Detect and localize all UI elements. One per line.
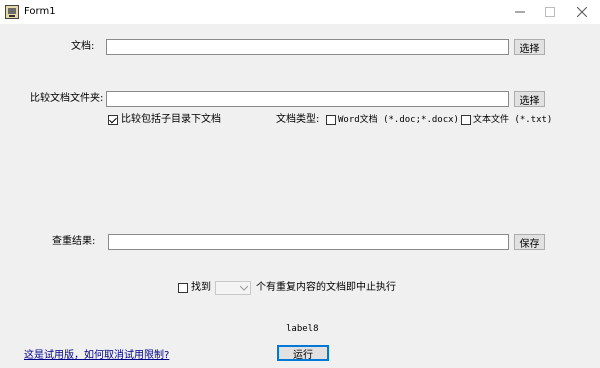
stop-count-select[interactable] bbox=[215, 281, 251, 295]
document-browse-button[interactable]: 选择 bbox=[514, 39, 545, 55]
stop-option-checkbox[interactable] bbox=[178, 283, 188, 293]
result-label: 查重结果: bbox=[52, 236, 96, 247]
maximize-icon bbox=[545, 7, 555, 17]
window-title: Form1 bbox=[24, 6, 56, 17]
maximize-button[interactable] bbox=[535, 0, 565, 24]
stop-option-label: 找到 bbox=[191, 282, 211, 293]
minimize-icon bbox=[515, 11, 525, 13]
save-button[interactable]: 保存 bbox=[514, 234, 545, 250]
doc-type-label: 文档类型: bbox=[276, 114, 320, 125]
compare-folder-label: 比较文档文件夹: bbox=[30, 93, 104, 104]
include-subdirs-label: 比较包括子目录下文档 bbox=[121, 114, 221, 125]
compare-folder-input[interactable] bbox=[106, 91, 509, 107]
document-path-input[interactable] bbox=[106, 39, 509, 55]
close-icon bbox=[577, 7, 587, 17]
compare-folder-browse-button[interactable]: 选择 bbox=[514, 91, 545, 107]
result-output[interactable] bbox=[108, 234, 509, 250]
trial-link[interactable]: 这是试用版，如何取消试用限制? bbox=[24, 346, 169, 361]
stop-option-suffix: 个有重复内容的文档即中止执行 bbox=[256, 282, 396, 293]
chevron-down-icon bbox=[240, 285, 248, 291]
include-subdirs-checkbox[interactable] bbox=[108, 115, 118, 125]
word-type-checkbox[interactable] bbox=[326, 115, 336, 125]
close-button[interactable] bbox=[567, 0, 597, 24]
title-bar: Form1 bbox=[0, 0, 600, 24]
run-button[interactable]: 运行 bbox=[277, 345, 329, 361]
text-type-checkbox[interactable] bbox=[461, 115, 471, 125]
app-icon bbox=[5, 5, 19, 19]
status-label: label8 bbox=[286, 324, 319, 334]
word-type-label: Word文档 (*.doc;*.docx) bbox=[338, 115, 459, 125]
minimize-button[interactable] bbox=[505, 0, 535, 24]
text-type-label: 文本文件 (*.txt) bbox=[473, 115, 553, 125]
document-label: 文档: bbox=[71, 41, 95, 52]
